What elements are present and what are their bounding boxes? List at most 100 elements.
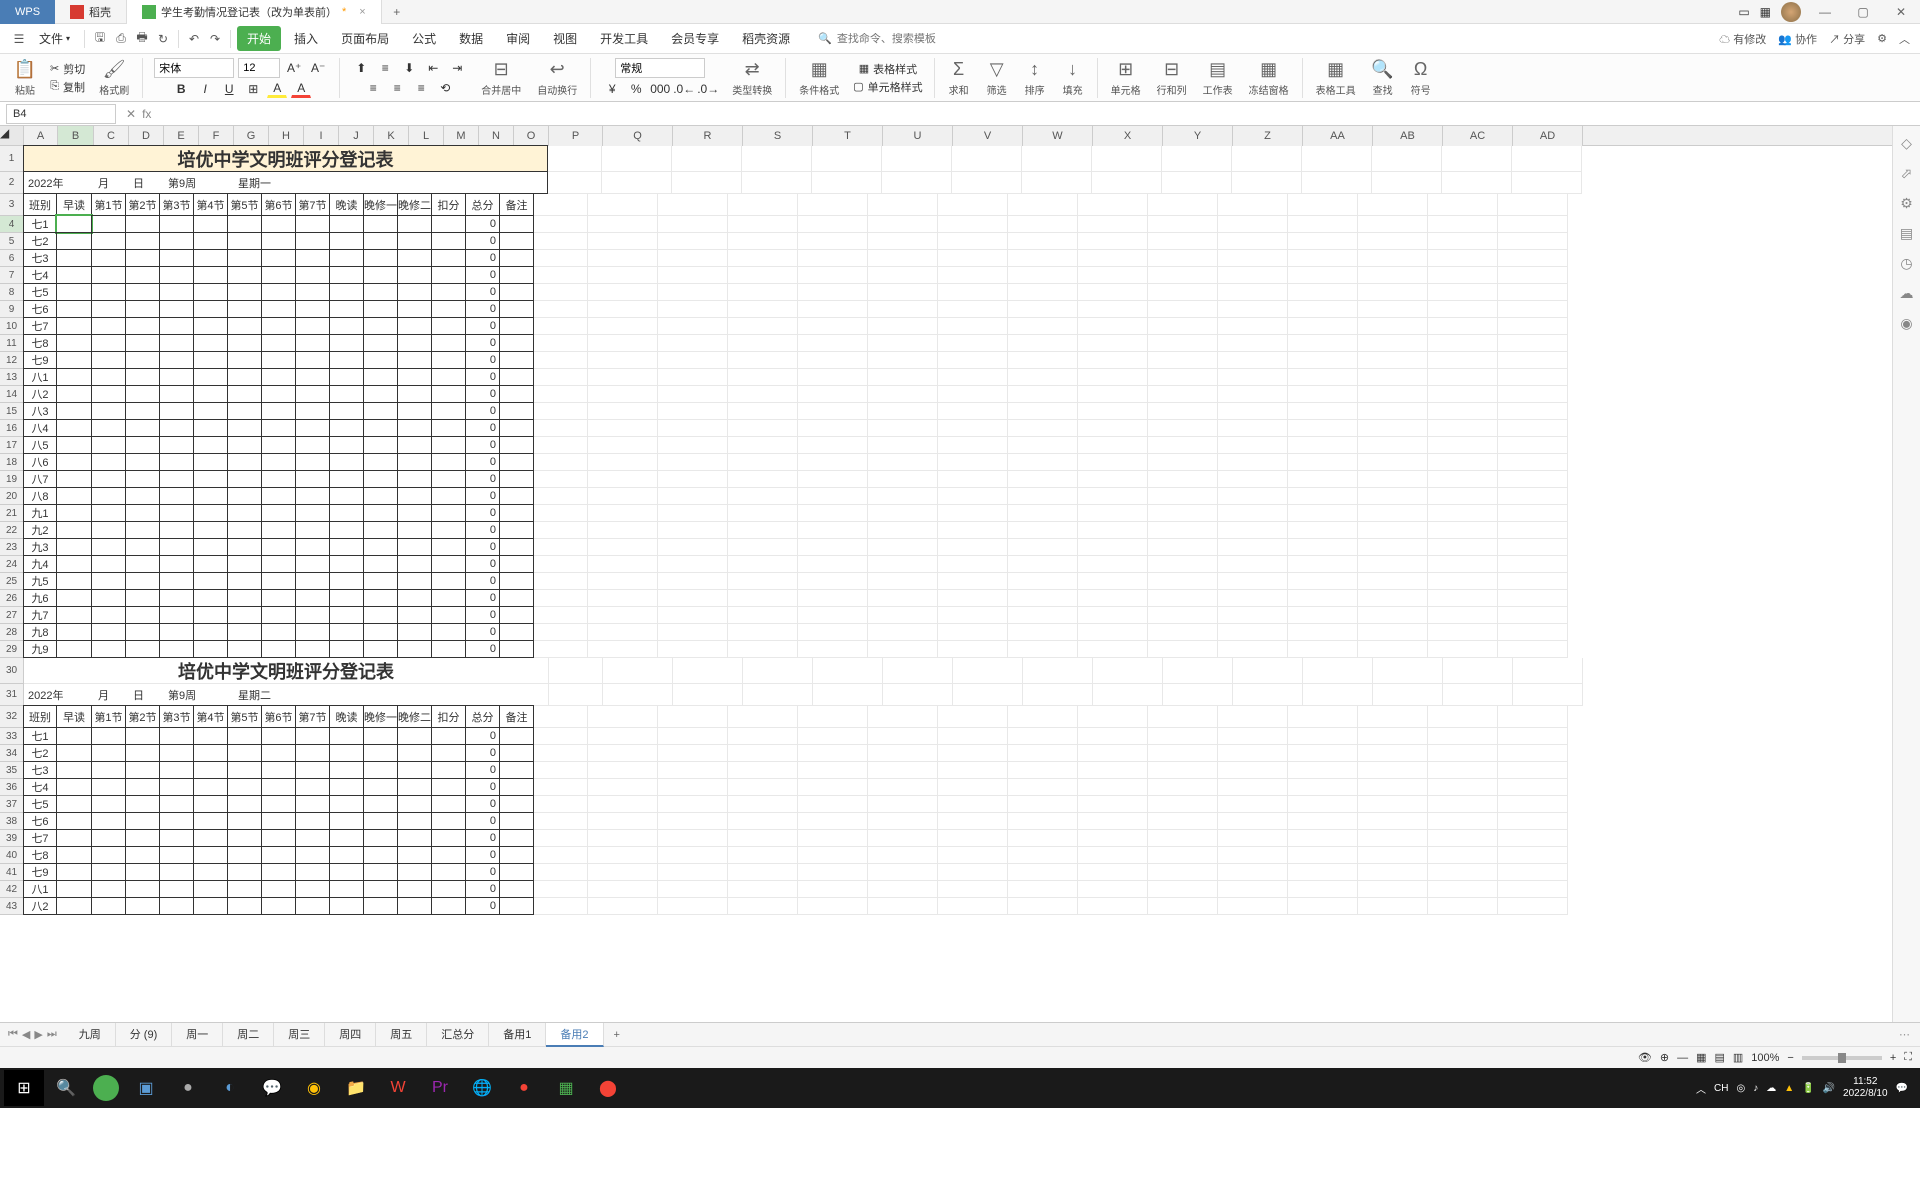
cell[interactable] <box>588 301 658 318</box>
panel-layout-icon[interactable]: ▤ <box>1898 224 1916 242</box>
fill-button[interactable]: ↓填充 <box>1056 57 1090 99</box>
cell[interactable] <box>397 572 432 590</box>
cell[interactable] <box>1218 352 1288 369</box>
cell[interactable] <box>1218 420 1288 437</box>
target-icon[interactable]: ⊕ <box>1660 1051 1669 1064</box>
cell[interactable] <box>125 572 160 590</box>
cell[interactable] <box>742 146 812 172</box>
cell[interactable] <box>658 194 728 216</box>
tray-icon1[interactable]: ◎ <box>1737 1083 1746 1094</box>
cell[interactable] <box>868 437 938 454</box>
cell[interactable] <box>1498 488 1568 505</box>
zoom-value[interactable]: 100% <box>1751 1052 1779 1064</box>
cell[interactable]: 培优中学文明班评分登记表 <box>24 658 549 684</box>
cell[interactable]: 0 <box>465 623 500 641</box>
row-header[interactable]: 37 <box>0 796 24 813</box>
cell[interactable]: 0 <box>465 880 500 898</box>
task-app2-icon[interactable]: ▣ <box>126 1070 166 1106</box>
cell[interactable] <box>588 898 658 915</box>
cell[interactable] <box>431 453 466 471</box>
cell[interactable] <box>1218 284 1288 301</box>
cell[interactable] <box>159 606 194 624</box>
cell[interactable] <box>938 607 1008 624</box>
cell[interactable] <box>1358 216 1428 233</box>
cell[interactable] <box>295 623 330 641</box>
cell[interactable] <box>499 419 534 437</box>
cell[interactable] <box>1148 284 1218 301</box>
cell[interactable] <box>1078 386 1148 403</box>
cell[interactable] <box>125 351 160 369</box>
cell[interactable] <box>1498 437 1568 454</box>
sheet-first-icon[interactable]: ⏮ <box>8 1028 18 1041</box>
cell[interactable] <box>1288 420 1358 437</box>
cell[interactable] <box>1218 386 1288 403</box>
cell[interactable] <box>938 488 1008 505</box>
cell[interactable] <box>227 351 262 369</box>
cell[interactable] <box>56 538 92 556</box>
cell[interactable] <box>431 572 466 590</box>
worksheet-button[interactable]: ▤工作表 <box>1197 57 1239 99</box>
cell[interactable] <box>868 267 938 284</box>
cell[interactable] <box>1008 796 1078 813</box>
cell[interactable] <box>499 863 534 881</box>
col-header[interactable]: X <box>1093 126 1163 146</box>
cell[interactable] <box>125 829 160 847</box>
cell[interactable] <box>743 658 813 684</box>
cell[interactable] <box>534 813 588 830</box>
cell[interactable] <box>397 846 432 864</box>
cell[interactable] <box>431 761 466 779</box>
cell[interactable] <box>588 403 658 420</box>
cell[interactable] <box>397 368 432 386</box>
cell[interactable] <box>588 745 658 762</box>
cell[interactable] <box>798 796 868 813</box>
cell[interactable] <box>499 351 534 369</box>
cell[interactable] <box>159 487 194 505</box>
cell[interactable] <box>363 283 398 301</box>
cell[interactable] <box>1008 488 1078 505</box>
cell[interactable] <box>1078 864 1148 881</box>
cell[interactable] <box>193 266 228 284</box>
sheet-tab[interactable]: 周二 <box>223 1023 274 1047</box>
cell[interactable] <box>261 538 296 556</box>
cell[interactable] <box>938 284 1008 301</box>
cell[interactable] <box>1288 284 1358 301</box>
cell[interactable] <box>938 369 1008 386</box>
cell[interactable] <box>363 334 398 352</box>
cell[interactable] <box>1288 779 1358 796</box>
cell[interactable] <box>588 830 658 847</box>
cell[interactable] <box>534 590 588 607</box>
cell[interactable] <box>193 846 228 864</box>
cell[interactable] <box>499 897 534 915</box>
cell[interactable]: 七6 <box>23 300 57 318</box>
task-stop-icon[interactable]: ⬤ <box>588 1070 628 1106</box>
cell[interactable] <box>1358 471 1428 488</box>
unsaved-indicator[interactable]: ☁ 有修改 <box>1719 31 1766 47</box>
cell[interactable] <box>1008 284 1078 301</box>
cell[interactable] <box>658 403 728 420</box>
cell[interactable] <box>499 880 534 898</box>
cell[interactable]: 0 <box>465 538 500 556</box>
cell[interactable] <box>1232 146 1302 172</box>
cell[interactable] <box>193 470 228 488</box>
cell[interactable] <box>159 419 194 437</box>
cell[interactable] <box>1078 420 1148 437</box>
cell[interactable] <box>499 266 534 284</box>
cell[interactable] <box>798 847 868 864</box>
cell[interactable] <box>1498 454 1568 471</box>
filter-button[interactable]: ▽筛选 <box>980 57 1014 99</box>
cell[interactable] <box>363 761 398 779</box>
cell[interactable] <box>363 351 398 369</box>
cell[interactable] <box>728 796 798 813</box>
cell[interactable] <box>1358 437 1428 454</box>
cell[interactable] <box>499 606 534 624</box>
cell[interactable] <box>728 437 798 454</box>
cell[interactable] <box>56 317 92 335</box>
cell[interactable] <box>1428 352 1498 369</box>
cell[interactable]: 0 <box>465 402 500 420</box>
cell[interactable] <box>1288 386 1358 403</box>
cell[interactable] <box>1008 847 1078 864</box>
cell[interactable] <box>1148 641 1218 658</box>
cell[interactable] <box>1093 684 1163 706</box>
cell[interactable] <box>91 761 126 779</box>
cell[interactable] <box>534 881 588 898</box>
